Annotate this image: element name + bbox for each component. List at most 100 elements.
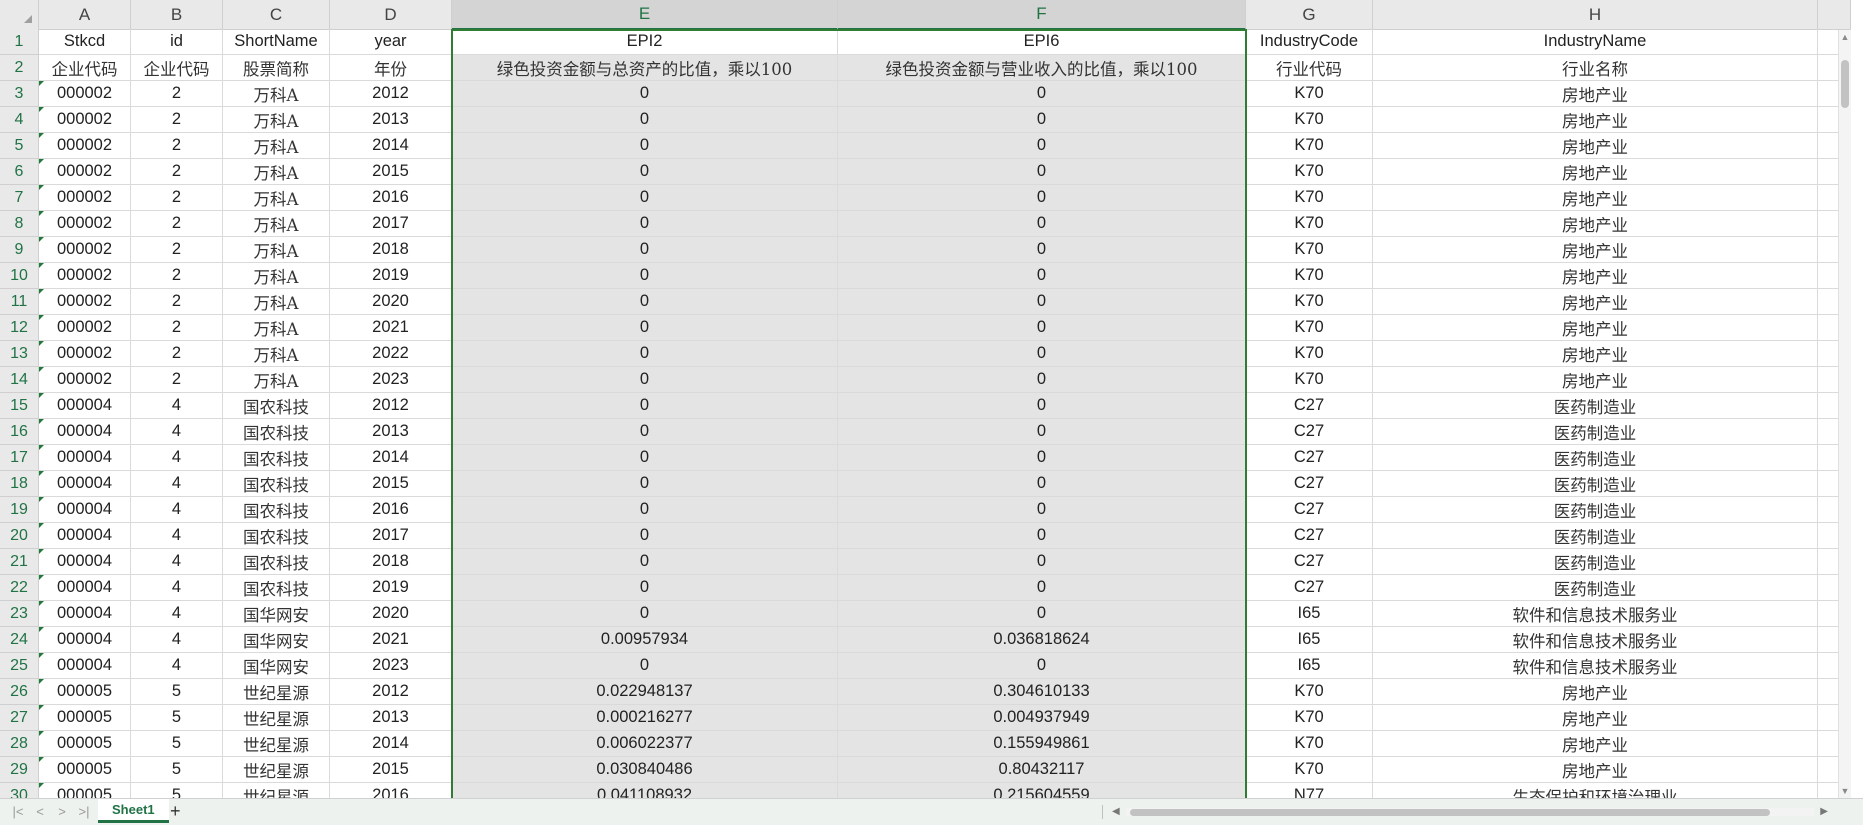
- cell-a10[interactable]: 000002: [39, 263, 131, 289]
- cell-a5[interactable]: 000002: [39, 133, 131, 159]
- column-header-c[interactable]: C: [223, 0, 330, 30]
- cell-b15[interactable]: 4: [131, 393, 223, 419]
- cell-e27[interactable]: 0.000216277: [452, 705, 838, 731]
- cell-g26[interactable]: K70: [1246, 679, 1373, 705]
- cell-e13[interactable]: 0: [452, 341, 838, 367]
- cell-a28[interactable]: 000005: [39, 731, 131, 757]
- cell-c5[interactable]: 万科A: [223, 133, 330, 159]
- cell-h15[interactable]: 医药制造业: [1373, 393, 1818, 419]
- cell-d15[interactable]: 2012: [330, 393, 452, 419]
- horizontal-scrollbar[interactable]: ◀ ▶: [1110, 806, 1830, 818]
- cell-h12[interactable]: 房地产业: [1373, 315, 1818, 341]
- cell-g6[interactable]: K70: [1246, 159, 1373, 185]
- cell-a19[interactable]: 000004: [39, 497, 131, 523]
- cell-g25[interactable]: I65: [1246, 653, 1373, 679]
- cell-b8[interactable]: 2: [131, 211, 223, 237]
- cell-c17[interactable]: 国农科技: [223, 445, 330, 471]
- column-header-e[interactable]: E: [452, 0, 838, 30]
- cell-e23[interactable]: 0: [452, 601, 838, 627]
- cell-e28[interactable]: 0.006022377: [452, 731, 838, 757]
- cell-c2[interactable]: 股票简称: [223, 55, 330, 81]
- cell-h6[interactable]: 房地产业: [1373, 159, 1818, 185]
- cell-d23[interactable]: 2020: [330, 601, 452, 627]
- column-header-b[interactable]: B: [131, 0, 223, 30]
- cell-h20[interactable]: 医药制造业: [1373, 523, 1818, 549]
- cell-f12[interactable]: 0: [838, 315, 1246, 341]
- cell-d10[interactable]: 2019: [330, 263, 452, 289]
- row-header-24[interactable]: 24: [0, 627, 39, 653]
- add-sheet-button[interactable]: +: [170, 801, 181, 822]
- cell-c19[interactable]: 国农科技: [223, 497, 330, 523]
- cell-h5[interactable]: 房地产业: [1373, 133, 1818, 159]
- cell-c24[interactable]: 国华网安: [223, 627, 330, 653]
- cell-a13[interactable]: 000002: [39, 341, 131, 367]
- last-sheet-icon[interactable]: >|: [76, 804, 92, 819]
- cell-a30[interactable]: 000005: [39, 783, 131, 798]
- cell-f28[interactable]: 0.155949861: [838, 731, 1246, 757]
- cell-c13[interactable]: 万科A: [223, 341, 330, 367]
- cell-h23[interactable]: 软件和信息技术服务业: [1373, 601, 1818, 627]
- cell-d9[interactable]: 2018: [330, 237, 452, 263]
- cell-g18[interactable]: C27: [1246, 471, 1373, 497]
- cell-b19[interactable]: 4: [131, 497, 223, 523]
- tab-sheet1[interactable]: Sheet1: [98, 799, 169, 823]
- cell-f22[interactable]: 0: [838, 575, 1246, 601]
- scroll-right-icon[interactable]: ▶: [1820, 806, 1828, 817]
- cell-c20[interactable]: 国农科技: [223, 523, 330, 549]
- cell-d7[interactable]: 2016: [330, 185, 452, 211]
- cell-b7[interactable]: 2: [131, 185, 223, 211]
- cell-a29[interactable]: 000005: [39, 757, 131, 783]
- row-header-4[interactable]: 4: [0, 107, 39, 133]
- cell-h25[interactable]: 软件和信息技术服务业: [1373, 653, 1818, 679]
- cell-f9[interactable]: 0: [838, 237, 1246, 263]
- cell-c4[interactable]: 万科A: [223, 107, 330, 133]
- cell-a20[interactable]: 000004: [39, 523, 131, 549]
- cell-f29[interactable]: 0.80432117: [838, 757, 1246, 783]
- cell-h4[interactable]: 房地产业: [1373, 107, 1818, 133]
- cell-e2[interactable]: 绿色投资金额与总资产的比值，乘以100: [452, 55, 838, 81]
- cell-e17[interactable]: 0: [452, 445, 838, 471]
- cell-d6[interactable]: 2015: [330, 159, 452, 185]
- cell-f25[interactable]: 0: [838, 653, 1246, 679]
- row-header-16[interactable]: 16: [0, 419, 39, 445]
- cell-g12[interactable]: K70: [1246, 315, 1373, 341]
- cell-e6[interactable]: 0: [452, 159, 838, 185]
- cell-g22[interactable]: C27: [1246, 575, 1373, 601]
- cell-a1[interactable]: Stkcd: [39, 29, 131, 55]
- cell-a15[interactable]: 000004: [39, 393, 131, 419]
- column-header-h[interactable]: H: [1373, 0, 1818, 30]
- cell-d28[interactable]: 2014: [330, 731, 452, 757]
- cell-g28[interactable]: K70: [1246, 731, 1373, 757]
- cell-g7[interactable]: K70: [1246, 185, 1373, 211]
- row-header-17[interactable]: 17: [0, 445, 39, 471]
- cell-e30[interactable]: 0.041108932: [452, 783, 838, 798]
- cell-g11[interactable]: K70: [1246, 289, 1373, 315]
- select-all-corner[interactable]: [0, 0, 39, 30]
- cell-e19[interactable]: 0: [452, 497, 838, 523]
- cell-b11[interactable]: 2: [131, 289, 223, 315]
- cell-b6[interactable]: 2: [131, 159, 223, 185]
- cell-g16[interactable]: C27: [1246, 419, 1373, 445]
- cell-a21[interactable]: 000004: [39, 549, 131, 575]
- cell-d4[interactable]: 2013: [330, 107, 452, 133]
- cell-g5[interactable]: K70: [1246, 133, 1373, 159]
- cell-d27[interactable]: 2013: [330, 705, 452, 731]
- cell-d12[interactable]: 2021: [330, 315, 452, 341]
- cell-h22[interactable]: 医药制造业: [1373, 575, 1818, 601]
- cell-e24[interactable]: 0.00957934: [452, 627, 838, 653]
- row-header-2[interactable]: 2: [0, 55, 39, 81]
- cell-e12[interactable]: 0: [452, 315, 838, 341]
- cell-c3[interactable]: 万科A: [223, 81, 330, 107]
- cell-b29[interactable]: 5: [131, 757, 223, 783]
- cell-b2[interactable]: 企业代码: [131, 55, 223, 81]
- cell-c6[interactable]: 万科A: [223, 159, 330, 185]
- cell-h21[interactable]: 医药制造业: [1373, 549, 1818, 575]
- cell-f20[interactable]: 0: [838, 523, 1246, 549]
- row-header-8[interactable]: 8: [0, 211, 39, 237]
- cell-h17[interactable]: 医药制造业: [1373, 445, 1818, 471]
- cell-h1[interactable]: IndustryName: [1373, 29, 1818, 55]
- cell-h10[interactable]: 房地产业: [1373, 263, 1818, 289]
- cell-d25[interactable]: 2023: [330, 653, 452, 679]
- cell-b12[interactable]: 2: [131, 315, 223, 341]
- cell-c18[interactable]: 国农科技: [223, 471, 330, 497]
